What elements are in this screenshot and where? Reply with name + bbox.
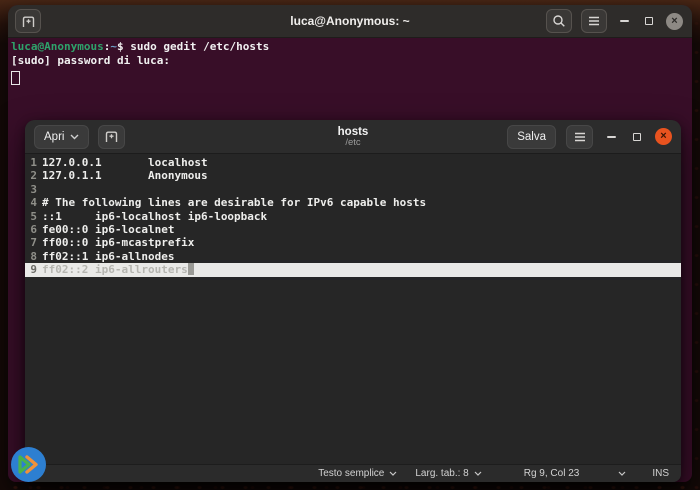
editor-line: 7 ff00::0 ip6-mcastprefix [25, 236, 681, 249]
terminal-cursor [11, 70, 20, 85]
editor-line: 8 ff02::1 ip6-allnodes [25, 250, 681, 263]
new-tab-button[interactable] [15, 9, 41, 33]
gedit-window: Apri hosts /etc Salva × 1 127.0.0.1 loca… [25, 120, 681, 482]
terminal-maximize-button[interactable] [641, 9, 657, 33]
line-number: 2 [30, 169, 37, 183]
chevron-down-icon [474, 471, 482, 476]
gedit-close-button[interactable]: × [655, 128, 672, 145]
line-number: 7 [30, 236, 37, 250]
maximize-icon [645, 17, 653, 25]
hamburger-icon [574, 132, 586, 142]
new-document-icon [104, 130, 119, 143]
gedit-statusbar: Testo semplice Larg. tab.: 8 Rg 9, Col 2… [25, 464, 681, 482]
search-button[interactable] [546, 9, 572, 33]
open-button[interactable]: Apri [34, 124, 90, 149]
editor-lines[interactable]: 1 127.0.0.1 localhost 2 127.0.1.1 Anonymous… [25, 154, 681, 464]
dock-app-icon[interactable] [10, 446, 47, 483]
new-document-button[interactable] [98, 124, 126, 149]
save-button[interactable]: Salva [507, 124, 556, 149]
editor-line: 4 # The following lines are desirable for… [25, 196, 681, 209]
terminal-line: luca@Anonymous:~$ sudo gedit /etc/hosts [11, 40, 270, 53]
editor-line: 6 fe00::0 ip6-localnet [25, 223, 681, 236]
terminal-output[interactable]: luca@Anonymous:~$ sudo gedit /etc/hosts[… [8, 38, 692, 70]
editor-cursor [187, 263, 195, 276]
gedit-titlebar[interactable]: Apri hosts /etc Salva × [25, 120, 681, 154]
terminal-minimize-button[interactable] [616, 9, 632, 33]
line-text: 127.0.1.1 Anonymous [42, 169, 208, 183]
line-text: ff00::0 ip6-mcastprefix [42, 236, 195, 250]
save-button-label: Salva [517, 130, 546, 143]
terminal-menu-button[interactable] [581, 9, 607, 33]
line-text: fe00::0 ip6-localnet [42, 223, 175, 237]
terminal-cursor-line [8, 70, 692, 91]
terminal-close-button[interactable]: × [666, 12, 683, 30]
cursor-position-button[interactable]: Rg 9, Col 23 [524, 468, 627, 479]
input-mode-label: INS [652, 468, 669, 479]
line-text: ::1 ip6-localhost ip6-loopback [42, 209, 268, 223]
editor-line: 2 127.0.1.1 Anonymous [25, 169, 681, 182]
tab-width-label: Larg. tab.: 8 [415, 468, 469, 479]
tab-width-dropdown[interactable]: Larg. tab.: 8 [415, 468, 482, 479]
hamburger-icon [588, 16, 600, 26]
chevron-down-icon [70, 134, 79, 140]
doc-type-label: Testo semplice [318, 468, 385, 479]
close-icon: × [660, 130, 667, 142]
tab-plus-icon [21, 15, 36, 28]
open-button-label: Apri [44, 130, 65, 143]
terminal-titlebar[interactable]: luca@Anonymous: ~ × [8, 5, 692, 38]
line-number: 6 [30, 223, 37, 237]
line-text: ff02::2 ip6-allrouters [42, 263, 188, 277]
cursor-position-label: Rg 9, Col 23 [523, 468, 580, 479]
gedit-minimize-button[interactable] [603, 125, 619, 149]
chevron-down-icon [389, 471, 397, 476]
minimize-icon [619, 20, 629, 22]
editor-line: 1 127.0.0.1 localhost [25, 156, 681, 169]
maximize-icon [633, 132, 641, 141]
line-number: 5 [30, 209, 37, 223]
line-text: ff02::1 ip6-allnodes [42, 249, 175, 263]
line-text: # The following lines are desirable for … [42, 196, 427, 210]
line-number: 8 [30, 249, 37, 263]
chevron-down-icon [618, 471, 626, 476]
line-number: 4 [30, 196, 37, 210]
doc-type-dropdown[interactable]: Testo semplice [318, 468, 397, 479]
line-text: 127.0.0.1 localhost [42, 156, 208, 169]
line-number: 1 [30, 156, 37, 169]
editor-line-selected: 9 ff02::2 ip6-allrouters [25, 263, 681, 277]
input-mode-indicator: INS [652, 468, 669, 479]
editor-line: 5::1 ip6-localhost ip6-loopback [25, 210, 681, 223]
line-number: 9 [30, 263, 37, 277]
search-icon [552, 14, 566, 28]
editor-line: 3 [25, 183, 681, 196]
terminal-line: [sudo] password di luca: [11, 53, 170, 67]
minimize-icon [606, 135, 616, 138]
line-number: 3 [30, 182, 37, 196]
desktop: luca@Anonymous: ~ × luca@Anonymous:~$ su… [0, 0, 700, 490]
gedit-menu-button[interactable] [566, 124, 593, 149]
close-icon: × [671, 14, 678, 27]
gedit-maximize-button[interactable] [629, 125, 645, 149]
